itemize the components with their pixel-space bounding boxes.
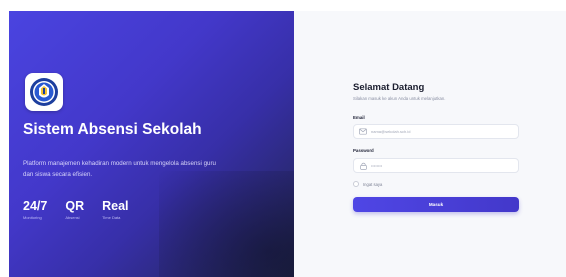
- stat-absensi: QR Absensi: [65, 200, 84, 221]
- stat-value: QR: [65, 199, 85, 213]
- welcome-title: Selamat Datang: [353, 82, 425, 93]
- password-field[interactable]: ••••••••: [353, 158, 519, 173]
- login-button[interactable]: Masuk: [353, 197, 519, 212]
- branding-panel: [9, 11, 294, 277]
- password-label: Password: [353, 148, 374, 153]
- welcome-subtitle: Silakan masuk ke akun Anda untuk melanju…: [353, 96, 446, 101]
- feature-stats: 24/7 Monitoring QR Absensi Real Time Dat…: [23, 200, 147, 221]
- stat-value: Real: [102, 199, 129, 213]
- login-form: Selamat Datang Silakan masuk ke akun And…: [353, 82, 519, 212]
- stat-monitoring: 24/7 Monitoring: [23, 200, 47, 221]
- remember-checkbox[interactable]: [353, 181, 359, 187]
- login-page: Sistem Absensi Sekolah Platform manajeme…: [0, 0, 566, 277]
- stat-value: 24/7: [23, 199, 48, 213]
- school-emblem-icon: [30, 78, 58, 106]
- remember-label: Ingat saya: [363, 181, 383, 187]
- email-placeholder: nama@sekolah.sch.id: [371, 129, 411, 134]
- stat-label: Time Data: [102, 215, 121, 220]
- email-label: Email: [353, 115, 365, 120]
- stat-realtime: Real Time Data: [102, 200, 128, 221]
- remember-me[interactable]: Ingat saya: [353, 181, 382, 187]
- school-logo: [25, 73, 63, 111]
- mail-icon: [359, 128, 367, 136]
- app-description: Platform manajemen kehadiran modern untu…: [23, 160, 216, 178]
- stat-label: Absensi: [65, 215, 80, 220]
- stat-label: Monitoring: [23, 215, 42, 220]
- email-field[interactable]: nama@sekolah.sch.id: [353, 124, 519, 139]
- lock-icon: [359, 162, 367, 170]
- password-value: ••••••••: [371, 163, 383, 168]
- login-panel: [294, 11, 566, 277]
- app-title: Sistem Absensi Sekolah: [23, 121, 202, 138]
